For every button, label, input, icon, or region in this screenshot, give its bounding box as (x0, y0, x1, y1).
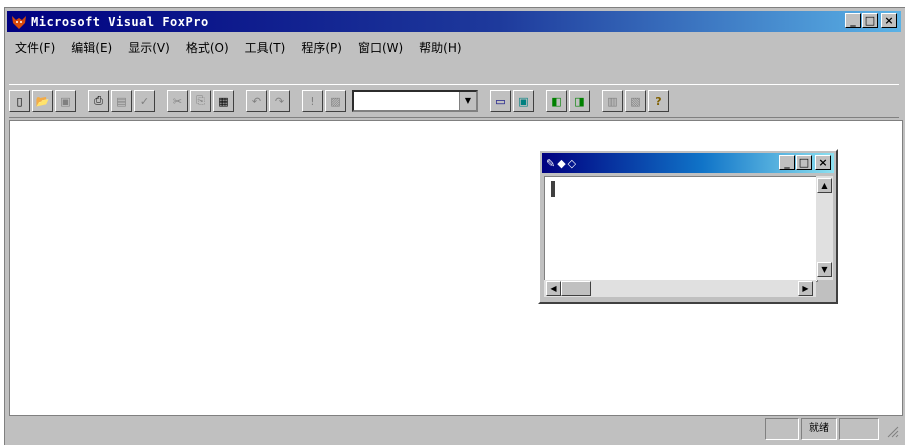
print-icon: ⎙ (94, 94, 103, 107)
autoreport-button[interactable]: ▧ (625, 90, 646, 112)
status-bar: 就绪 (9, 416, 901, 442)
menu-view[interactable]: 显示(V) (120, 39, 178, 56)
report-wizard-button[interactable]: ◨ (569, 90, 590, 112)
menu-help[interactable]: 帮助(H) (411, 39, 469, 56)
spelling-icon: ✓ (139, 94, 150, 108)
autoform-button[interactable]: ▥ (602, 90, 623, 112)
modify-form-icon: ▨ (330, 94, 341, 108)
view-window-button[interactable]: ▣ (513, 90, 534, 112)
cut-button[interactable]: ✂ (167, 90, 188, 112)
view-window-icon: ▣ (518, 94, 529, 108)
command-minimize-button[interactable]: _ (779, 155, 795, 170)
command-window-controls: _ □ × (779, 155, 831, 170)
menu-bar: 文件(F) 编辑(E) 显示(V) 格式(O) 工具(T) 程序(P) 窗口(W… (7, 36, 470, 58)
redo-button[interactable]: ↷ (269, 90, 290, 112)
copy-button[interactable]: ⎘ (190, 90, 211, 112)
new-icon: ▯ (16, 94, 23, 108)
menu-tools[interactable]: 工具(T) (237, 39, 294, 56)
maximize-button[interactable]: □ (862, 13, 878, 28)
save-button[interactable]: ▣ (55, 90, 76, 112)
window-title: Microsoft Visual FoxPro (31, 14, 209, 29)
redo-icon: ↷ (274, 94, 285, 108)
form-wizard-icon: ◧ (551, 94, 562, 108)
text-caret (551, 181, 555, 197)
command-window-button[interactable]: ▭ (490, 90, 511, 112)
status-panel-1 (765, 418, 799, 440)
save-icon: ▣ (60, 94, 71, 108)
command-window: ✎◆◇ _ □ × ▲ ▼ ◀ ▶ (538, 149, 838, 304)
command-input-area[interactable] (544, 176, 818, 282)
menu-window[interactable]: 窗口(W) (350, 39, 411, 56)
menu-edit[interactable]: 编辑(E) (63, 39, 120, 56)
open-button[interactable]: 📂 (32, 90, 53, 112)
help-button[interactable]: ? (648, 90, 669, 112)
help-icon: ? (655, 94, 662, 108)
undo-icon: ↶ (251, 94, 262, 108)
open-icon: 📂 (35, 94, 50, 108)
chevron-down-icon[interactable]: ▼ (459, 92, 476, 110)
print-button[interactable]: ⎙ (88, 90, 109, 112)
title-bar[interactable]: Microsoft Visual FoxPro _ □ × (7, 11, 901, 32)
print-preview-button[interactable]: ▤ (111, 90, 132, 112)
scroll-thumb[interactable] (561, 281, 591, 296)
database-combo[interactable]: ▼ (352, 90, 478, 112)
paste-button[interactable]: ▦ (213, 90, 234, 112)
status-panel-3 (839, 418, 879, 440)
window-controls: _ □ × (845, 13, 897, 28)
status-ready-indicator: 就绪 (801, 418, 837, 440)
command-window-icon: ▭ (495, 94, 506, 108)
report-wizard-icon: ◨ (574, 94, 585, 108)
menu-file[interactable]: 文件(F) (7, 39, 63, 56)
resize-grip-icon[interactable] (885, 424, 899, 438)
autoreport-icon: ▧ (630, 94, 641, 108)
scroll-right-icon[interactable]: ▶ (798, 281, 813, 296)
scroll-down-icon[interactable]: ▼ (817, 262, 832, 277)
spelling-button[interactable]: ✓ (134, 90, 155, 112)
print-preview-icon: ▤ (116, 94, 127, 108)
menu-program[interactable]: 程序(P) (293, 39, 350, 56)
command-maximize-button[interactable]: □ (796, 155, 812, 170)
scroll-up-icon[interactable]: ▲ (817, 178, 832, 193)
command-window-title-bar[interactable]: ✎◆◇ _ □ × (542, 153, 834, 173)
undo-button[interactable]: ↶ (246, 90, 267, 112)
close-button[interactable]: × (881, 13, 897, 28)
modify-form-button[interactable]: ▨ (325, 90, 346, 112)
form-wizard-button[interactable]: ◧ (546, 90, 567, 112)
scroll-left-icon[interactable]: ◀ (546, 281, 561, 296)
new-button[interactable]: ▯ (9, 90, 30, 112)
cut-icon: ✂ (172, 94, 183, 108)
vertical-scrollbar[interactable]: ▲ ▼ (816, 176, 833, 280)
horizontal-scrollbar[interactable]: ◀ ▶ (544, 280, 816, 297)
run-button[interactable]: ! (302, 90, 323, 112)
menu-format[interactable]: 格式(O) (178, 39, 237, 56)
foxpro-logo-icon (12, 15, 26, 29)
run-icon: ! (310, 94, 315, 108)
command-window-title-icons: ✎◆◇ (546, 156, 579, 170)
standard-toolbar: ▯ 📂 ▣ ⎙ ▤ ✓ ✂ ⎘ ▦ ↶ ↷ ! ▨ ▼ ▭ ▣ ◧ ◨ ▥ ▧ … (9, 84, 899, 118)
paste-icon: ▦ (218, 94, 229, 108)
copy-icon: ⎘ (196, 94, 205, 107)
autoform-icon: ▥ (607, 94, 618, 108)
command-close-button[interactable]: × (815, 155, 831, 170)
minimize-button[interactable]: _ (845, 13, 861, 28)
